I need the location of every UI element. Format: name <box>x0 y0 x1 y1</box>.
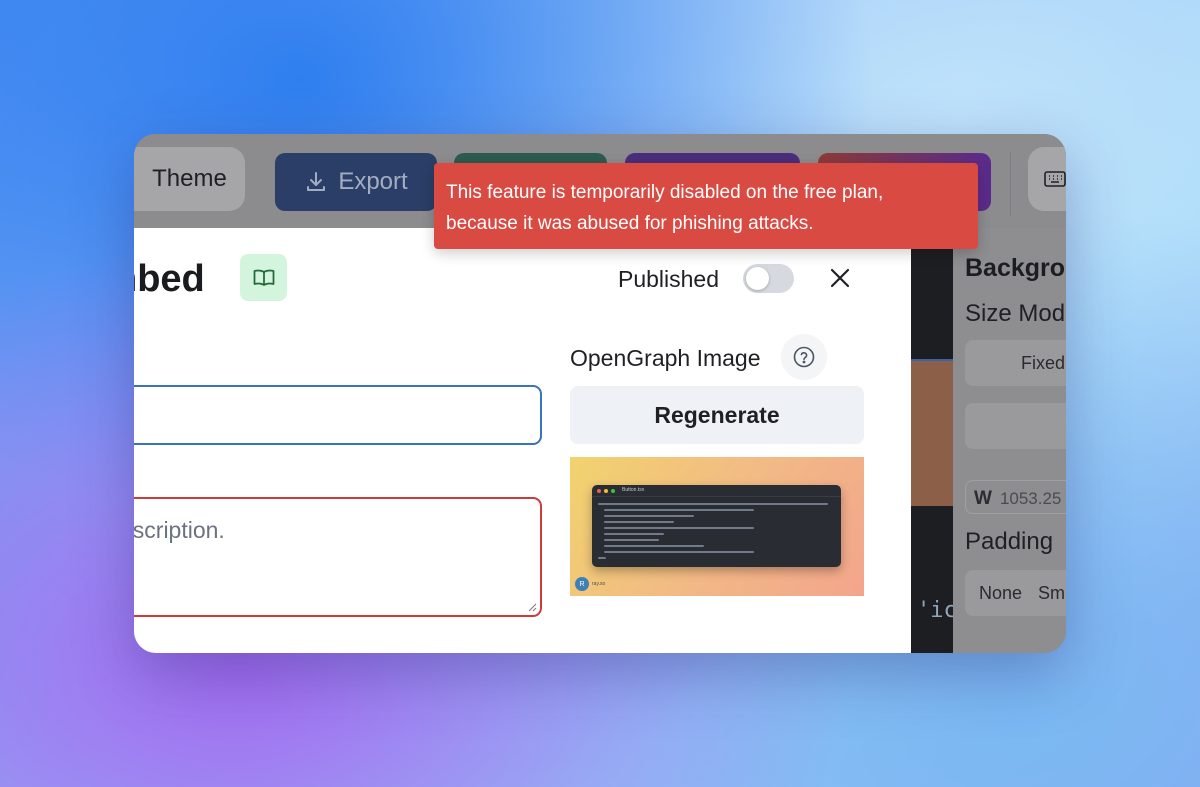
keyboard-icon <box>1044 171 1066 187</box>
size-mode-fixed-label: Fixed <box>1021 353 1066 373</box>
og-code-line <box>604 521 674 523</box>
width-prefix: W <box>974 488 992 509</box>
opengraph-help-button[interactable] <box>781 334 827 380</box>
width-value: 1053.25 <box>999 489 1062 508</box>
close-icon[interactable] <box>826 264 854 292</box>
theme-button[interactable]: Theme <box>134 147 245 211</box>
embed-modal: nbed Published escription. OpenGraph Ima… <box>134 228 911 653</box>
opengraph-image-preview: Button.tsx R ray.so <box>570 457 864 596</box>
og-handle: ray.so <box>592 581 606 587</box>
canvas-background-swatch <box>911 361 953 506</box>
code-snippet-text: 'ic <box>917 598 957 623</box>
docs-button[interactable] <box>240 254 287 301</box>
size-mode-label: Size Mode <box>965 300 1066 327</box>
size-mode-fixed-button[interactable]: Fixed <box>965 340 1066 386</box>
og-minimize-dot <box>604 489 608 493</box>
og-avatar: R <box>575 577 589 591</box>
og-code-line <box>604 539 659 541</box>
og-code-line <box>604 509 754 511</box>
width-input[interactable]: W 1053.25 <box>965 480 1066 514</box>
question-circle-icon <box>793 346 815 368</box>
description-textarea[interactable]: escription. <box>134 497 542 617</box>
padding-label: Padding <box>965 528 1054 555</box>
og-code-line <box>598 557 606 559</box>
og-code-line <box>604 551 754 553</box>
error-tooltip: This feature is temporarily disabled on … <box>434 163 978 249</box>
regenerate-button[interactable]: Regenerate <box>570 386 864 444</box>
og-tab-title: Button.tsx <box>622 487 645 493</box>
og-maximize-dot <box>611 489 615 493</box>
background-panel-title: Backgro <box>965 254 1066 282</box>
og-code-line <box>604 515 694 517</box>
error-tooltip-line-2: because it was abused for phishing attac… <box>446 213 814 234</box>
background-settings-panel: Backgro Size Mode Fixed W 1053.25 Padding… <box>953 228 1066 653</box>
padding-segmented-control: None Sm <box>965 570 1066 616</box>
og-close-dot <box>597 489 601 493</box>
og-code-line <box>598 503 828 505</box>
title-input[interactable] <box>134 385 542 445</box>
opengraph-image-label: OpenGraph Image <box>570 345 761 371</box>
padding-option-none[interactable]: None <box>979 583 1022 604</box>
published-toggle-knob <box>746 267 769 290</box>
og-code-line <box>604 527 754 529</box>
published-toggle[interactable] <box>743 264 794 293</box>
regenerate-button-label: Regenerate <box>654 401 780 428</box>
theme-button-label: Theme <box>152 165 227 192</box>
published-label: Published <box>618 266 720 292</box>
og-code-line <box>604 545 704 547</box>
resize-handle-icon[interactable] <box>527 602 537 612</box>
og-code-window: Button.tsx <box>592 485 841 567</box>
padding-option-sm[interactable]: Sm <box>1038 583 1065 604</box>
og-code-line <box>604 533 664 535</box>
error-tooltip-line-1: This feature is temporarily disabled on … <box>446 182 884 203</box>
size-mode-option-button[interactable] <box>965 403 1066 449</box>
book-icon <box>253 269 274 286</box>
export-button[interactable]: Export <box>275 153 437 211</box>
code-editor-background: 'ic <box>911 228 957 653</box>
download-icon <box>307 172 326 191</box>
description-placeholder: escription. <box>134 517 225 543</box>
toolbar-divider <box>1010 152 1011 216</box>
keyboard-shortcuts-button[interactable] <box>1028 147 1066 211</box>
og-window-titlebar: Button.tsx <box>592 485 841 497</box>
export-button-label: Export <box>338 168 408 195</box>
modal-title: nbed <box>134 258 205 300</box>
